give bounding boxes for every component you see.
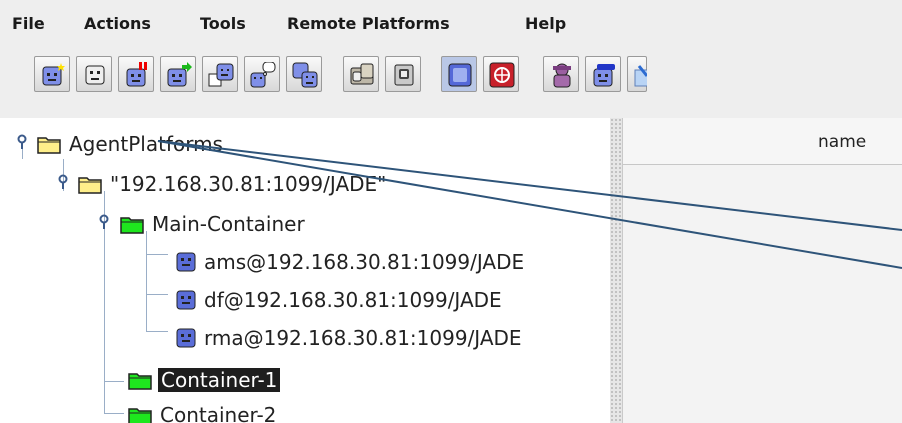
annotation-line bbox=[157, 140, 902, 231]
annotation-lines bbox=[157, 140, 902, 269]
annotation-line bbox=[157, 140, 902, 269]
